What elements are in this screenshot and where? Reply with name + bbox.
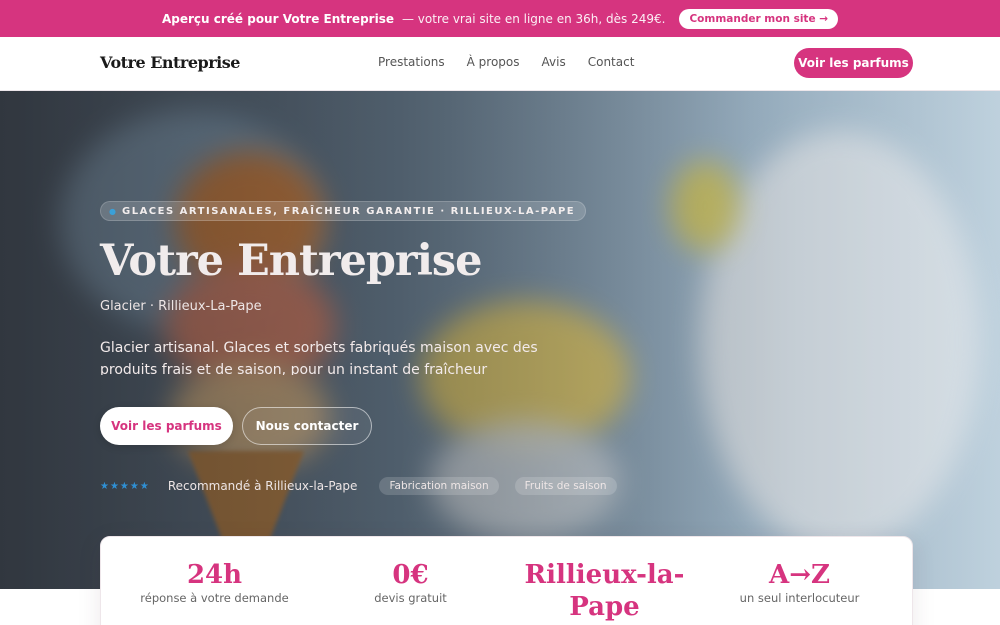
stat-label: devis gratuit bbox=[374, 591, 447, 605]
chip-homemade: Fabrication maison bbox=[379, 477, 499, 495]
hero-tagline-badge: ● GLACES ARTISANALES, FRAÎCHEUR GARANTIE… bbox=[100, 201, 587, 221]
hero-tagline: GLACES ARTISANALES, FRAÎCHEUR GARANTIE ·… bbox=[121, 205, 576, 217]
trust-text: Recommandé à Rillieux-la-Pape bbox=[167, 479, 358, 493]
stat-value: 0€ bbox=[392, 560, 429, 590]
stat-free-quote: 0€ devis gratuit bbox=[309, 559, 512, 605]
main-nav: Prestations À propos Avis Contact bbox=[378, 55, 634, 69]
brand-logo[interactable]: Votre Entreprise bbox=[100, 53, 240, 72]
order-site-button[interactable]: Commander mon site → bbox=[679, 8, 839, 29]
hero-title: Votre Entreprise bbox=[100, 236, 482, 286]
chip-seasonal-fruit: Fruits de saison bbox=[514, 477, 617, 495]
promo-text: — votre vrai site en ligne en 36h, dès 2… bbox=[401, 11, 666, 26]
site-header: Votre Entreprise Prestations À propos Av… bbox=[0, 37, 1000, 91]
header-flavors-button[interactable]: Voir les parfums bbox=[794, 48, 913, 78]
nav-item-prestations[interactable]: Prestations bbox=[378, 55, 445, 69]
stat-value: Rillieux-la-Pape bbox=[524, 560, 685, 622]
hero-description: Glacier artisanal. Glaces et sorbets fab… bbox=[100, 340, 538, 375]
nav-item-reviews[interactable]: Avis bbox=[542, 55, 566, 69]
promo-text-strong: Aperçu créé pour Votre Entreprise bbox=[161, 11, 394, 26]
nav-item-about[interactable]: À propos bbox=[467, 55, 520, 69]
promo-banner: Aperçu créé pour Votre Entreprise — votr… bbox=[0, 0, 1000, 37]
stat-single-contact: A→Z un seul interlocuteur bbox=[698, 559, 901, 605]
stat-value: A→Z bbox=[769, 560, 830, 590]
stat-label: réponse à votre demande bbox=[140, 591, 289, 605]
hero-section: ● GLACES ARTISANALES, FRAÎCHEUR GARANTIE… bbox=[0, 91, 1000, 589]
nav-item-contact[interactable]: Contact bbox=[588, 55, 635, 69]
stat-value: 24h bbox=[186, 560, 243, 590]
stat-location: Rillieux-la-Pape bbox=[503, 559, 706, 623]
contact-us-button[interactable]: Nous contacter bbox=[242, 407, 372, 445]
rating-stars-icon: ★★★★★ bbox=[100, 480, 150, 492]
view-flavors-button[interactable]: Voir les parfums bbox=[100, 407, 233, 445]
trust-row: ★★★★★ Recommandé à Rillieux-la-Pape Fabr… bbox=[100, 476, 617, 496]
stats-card: 24h réponse à votre demande 0€ devis gra… bbox=[100, 536, 913, 625]
dot-icon: ● bbox=[109, 206, 116, 216]
stat-label: un seul interlocuteur bbox=[739, 591, 860, 605]
hero-subtitle: Glacier · Rillieux-La-Pape bbox=[100, 299, 262, 314]
stat-response-time: 24h réponse à votre demande bbox=[113, 559, 316, 605]
